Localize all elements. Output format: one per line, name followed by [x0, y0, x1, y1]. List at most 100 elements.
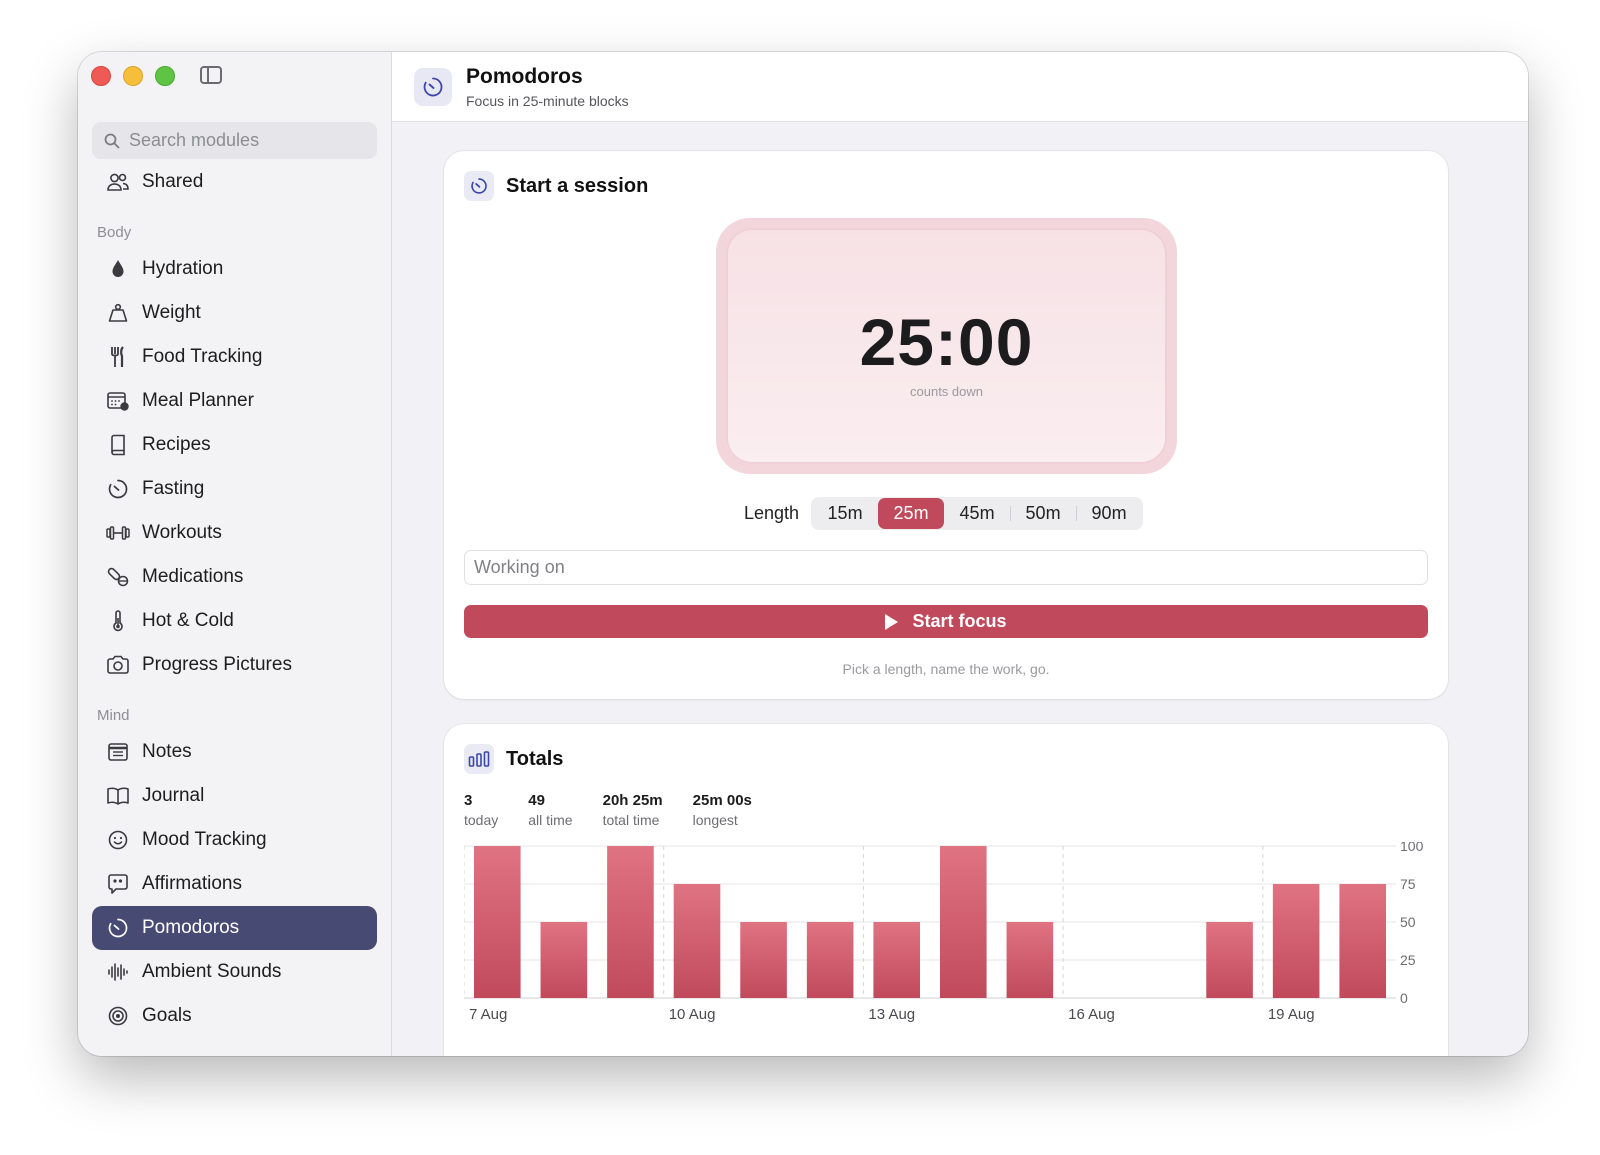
page-subtitle: Focus in 25-minute blocks — [466, 92, 629, 109]
sidebar-item-affirmations[interactable]: Affirmations — [92, 862, 377, 906]
close-window-button[interactable] — [91, 66, 111, 86]
y-tick-label: 100 — [1400, 842, 1424, 854]
y-tick-label: 0 — [1400, 990, 1408, 1006]
book-icon — [106, 433, 130, 457]
calendar-icon — [106, 389, 130, 413]
length-option-45m[interactable]: 45m — [944, 498, 1010, 529]
sidebar-item-hydration[interactable]: Hydration — [92, 247, 377, 291]
sidebar-toggle-icon[interactable] — [200, 66, 222, 84]
sidebar-item-label: Goals — [142, 1005, 192, 1026]
totals-card-header: Totals — [464, 744, 563, 774]
length-segmented-control: 15m 25m 45m 50m 90m — [811, 497, 1144, 530]
people-icon — [106, 170, 130, 194]
chart-bar — [806, 922, 854, 998]
session-card: Start a session 25:00 counts down Length… — [444, 151, 1448, 699]
x-tick-label: 19 Aug — [1268, 1006, 1315, 1023]
pills-icon — [106, 565, 130, 589]
chart-bar — [1272, 884, 1320, 998]
timer-value: 25:00 — [859, 304, 1034, 379]
sidebar-item-medications[interactable]: Medications — [92, 555, 377, 599]
sidebar-item-label: Notes — [142, 741, 192, 762]
chart-bar — [1339, 884, 1387, 998]
sidebar-item-label: Weight — [142, 302, 201, 323]
minimize-window-button[interactable] — [123, 66, 143, 86]
length-selector: Length 15m 25m 45m 50m 90m — [744, 497, 1144, 530]
stat-value: 25m 00s — [692, 792, 752, 809]
stat-longest: 25m 00s longest — [693, 792, 752, 828]
timer-display: 25:00 counts down — [716, 218, 1177, 474]
timer-icon — [106, 477, 130, 501]
target-icon — [106, 1004, 130, 1028]
sidebar-item-meal-planner[interactable]: Meal Planner — [92, 379, 377, 423]
chart-bar — [473, 846, 521, 998]
sidebar-item-label: Food Tracking — [142, 346, 263, 367]
sidebar-item-shared[interactable]: Shared — [92, 160, 377, 204]
sidebar-item-fasting[interactable]: Fasting — [92, 467, 377, 511]
drop-icon — [106, 257, 130, 281]
sidebar-item-label: Pomodoros — [142, 917, 240, 938]
app-window: Search modules Shared Body Hydration Wei… — [78, 52, 1528, 1056]
chart-bar — [1206, 922, 1253, 998]
y-tick-label: 50 — [1400, 914, 1416, 930]
play-icon — [885, 613, 899, 630]
chart-bar — [939, 846, 987, 998]
sidebar-item-goals[interactable]: Goals — [92, 994, 377, 1038]
x-tick-label: 10 Aug — [669, 1006, 716, 1023]
chart-bar — [873, 922, 921, 998]
open-book-icon — [106, 784, 130, 808]
sidebar-item-label: Hydration — [142, 258, 224, 279]
length-option-25m[interactable]: 25m — [878, 498, 945, 529]
main-content: Pomodoros Focus in 25-minute blocks Star… — [392, 52, 1528, 1056]
sidebar-item-label: Meal Planner — [142, 390, 254, 411]
window-controls — [91, 66, 175, 86]
length-option-50m[interactable]: 50m — [1010, 498, 1076, 529]
length-option-15m[interactable]: 15m — [812, 498, 878, 529]
session-card-title: Start a session — [506, 174, 649, 197]
y-tick-label: 25 — [1400, 952, 1416, 968]
start-focus-label: Start focus — [912, 611, 1007, 631]
sidebar-nav: Shared Body Hydration Weight Food Tracki… — [92, 160, 377, 1038]
stat-label: all time — [528, 812, 573, 828]
sidebar-item-label: Journal — [142, 785, 205, 806]
weight-icon — [106, 301, 130, 325]
sidebar-item-hot-cold[interactable]: Hot & Cold — [92, 599, 377, 643]
sidebar-item-label: Affirmations — [142, 873, 242, 894]
sidebar-item-weight[interactable]: Weight — [92, 291, 377, 335]
sidebar-item-pomodoros[interactable]: Pomodoros — [92, 906, 377, 950]
fork-knife-icon — [106, 345, 130, 369]
chart-bar — [1006, 922, 1054, 998]
sidebar-item-label: Recipes — [142, 434, 211, 455]
search-field[interactable]: Search modules — [92, 122, 377, 159]
sidebar-item-journal[interactable]: Journal — [92, 774, 377, 818]
x-tick-label: 13 Aug — [868, 1006, 915, 1023]
sidebar-item-recipes[interactable]: Recipes — [92, 423, 377, 467]
page-title: Pomodoros — [466, 64, 583, 88]
notes-icon — [106, 740, 130, 764]
length-option-90m[interactable]: 90m — [1076, 498, 1142, 529]
smile-icon — [106, 828, 130, 852]
section-label-mind: Mind — [97, 707, 130, 724]
sidebar-item-label: Medications — [142, 566, 244, 587]
start-focus-button[interactable]: Start focus — [464, 605, 1428, 638]
sidebar-item-label: Progress Pictures — [142, 654, 292, 675]
x-tick-label: 16 Aug — [1068, 1006, 1115, 1023]
chart-bar — [740, 922, 787, 998]
sidebar-item-food-tracking[interactable]: Food Tracking — [92, 335, 377, 379]
search-placeholder: Search modules — [129, 130, 260, 150]
sidebar-item-progress-pictures[interactable]: Progress Pictures — [92, 643, 377, 687]
totals-card: Totals 3 today 49 all time 20h 25m total… — [444, 724, 1448, 1056]
sidebar-item-mood-tracking[interactable]: Mood Tracking — [92, 818, 377, 862]
thermometer-icon — [106, 609, 130, 633]
timer-icon — [106, 916, 130, 940]
sidebar-item-ambient-sounds[interactable]: Ambient Sounds — [92, 950, 377, 994]
sidebar-item-notes[interactable]: Notes — [92, 730, 377, 774]
session-hint: Pick a length, name the work, go. — [842, 661, 1050, 677]
waveform-icon — [106, 960, 130, 984]
working-on-input[interactable] — [464, 550, 1428, 585]
timer-icon — [414, 67, 452, 106]
timer-face: 25:00 counts down — [726, 228, 1167, 464]
maximize-window-button[interactable] — [155, 66, 175, 86]
sidebar-item-workouts[interactable]: Workouts — [92, 511, 377, 555]
section-label-body: Body — [97, 224, 132, 241]
y-tick-label: 75 — [1400, 876, 1416, 892]
